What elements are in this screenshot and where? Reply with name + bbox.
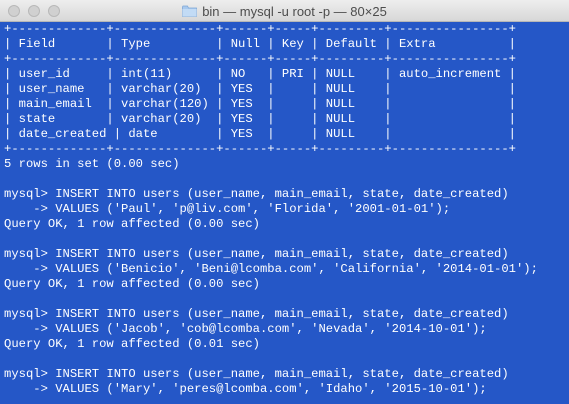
terminal-line: | user_name | varchar(20) | YES | | NULL…: [4, 82, 516, 96]
terminal-line: Query OK, 1 row affected (0.01 sec): [4, 337, 260, 351]
terminal-line: 5 rows in set (0.00 sec): [4, 157, 180, 171]
window-title: bin — mysql -u root -p — 80×25: [202, 3, 387, 19]
terminal-line: Query OK, 1 row affected (0.00 sec): [4, 277, 260, 291]
terminal-line: mysql> INSERT INTO users (user_name, mai…: [4, 367, 509, 381]
terminal-line: -> VALUES ('Benicio', 'Beni@lcomba.com',…: [4, 262, 538, 276]
terminal-line: [0, 172, 569, 187]
terminal-line: | Field | Type | Null | Key | Default | …: [4, 37, 516, 51]
terminal-line: | main_email | varchar(120) | YES | | NU…: [4, 97, 516, 111]
terminal-line: mysql> INSERT INTO users (user_name, mai…: [4, 187, 509, 201]
terminal-line: +-------------+--------------+------+---…: [4, 142, 516, 156]
terminal-line: +-------------+--------------+------+---…: [4, 22, 516, 36]
title-bar[interactable]: bin — mysql -u root -p — 80×25: [0, 0, 569, 22]
terminal-line: -> VALUES ('Paul', 'p@liv.com', 'Florida…: [4, 202, 451, 216]
terminal-window: bin — mysql -u root -p — 80×25 +--------…: [0, 0, 569, 404]
folder-icon: [182, 5, 198, 17]
terminal-line: Query OK, 1 row affected (0.00 sec): [4, 217, 260, 231]
terminal-line: mysql> INSERT INTO users (user_name, mai…: [4, 307, 509, 321]
window-title-area: bin — mysql -u root -p — 80×25: [0, 0, 569, 22]
terminal-line: +-------------+--------------+------+---…: [4, 52, 516, 66]
terminal-line: mysql> INSERT INTO users (user_name, mai…: [4, 247, 509, 261]
terminal-line: [0, 292, 569, 307]
terminal-output[interactable]: +-------------+--------------+------+---…: [0, 22, 569, 404]
terminal-line: [0, 352, 569, 367]
terminal-line: -> VALUES ('Mary', 'peres@lcomba.com', '…: [4, 382, 487, 396]
terminal-line: -> VALUES ('Jacob', 'cob@lcomba.com', 'N…: [4, 322, 487, 336]
terminal-line: | user_id | int(11) | NO | PRI | NULL | …: [4, 67, 516, 81]
terminal-line: | date_created | date | YES | | NULL | |: [4, 127, 516, 141]
terminal-line: [0, 232, 569, 247]
terminal-line: | state | varchar(20) | YES | | NULL | |: [4, 112, 516, 126]
